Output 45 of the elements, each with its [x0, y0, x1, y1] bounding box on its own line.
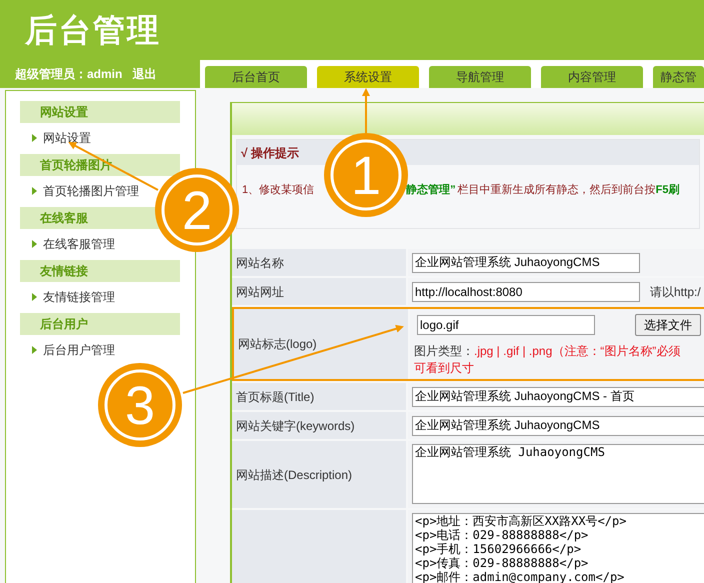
sidebar-section-header: 友情链接	[20, 260, 180, 282]
sidebar-link[interactable]: 首页轮播图片管理	[43, 182, 139, 200]
tip-text: F5刷	[656, 182, 680, 198]
bullet-icon	[32, 134, 37, 142]
file-name-input[interactable]: logo.gif	[417, 315, 595, 335]
tip-text: 1、修改某项信	[242, 182, 314, 198]
field-label: 网站标志(logo)	[238, 336, 317, 353]
sidebar-section-header: 网站设置	[20, 101, 180, 123]
bullet-icon	[32, 240, 37, 248]
text-input[interactable]: 企业网站管理系统 JuhaoyongCMS	[412, 416, 704, 436]
tip-title: √ 操作提示	[241, 144, 299, 162]
field-label: 网站网址	[236, 284, 284, 300]
note-text: .jpg | .gif | .png（注意：“图片名称”必须	[474, 343, 680, 360]
sidebar-link[interactable]: 友情链接管理	[43, 288, 115, 306]
tip-text: 静态管理”	[406, 182, 456, 198]
field-label: 网站描述(Description)	[236, 466, 352, 484]
bullet-icon	[32, 187, 37, 195]
step-marker: 2	[155, 168, 239, 252]
bullet-icon	[32, 346, 37, 354]
nav-tab[interactable]: 导航管理	[429, 66, 531, 88]
field-label: 首页标题(Title)	[236, 388, 314, 406]
bullet-icon	[32, 293, 37, 301]
tip-text: 栏目中重新生成所有静态，然后到前台按	[458, 182, 656, 198]
sidebar-section-header: 后台用户	[20, 313, 180, 335]
note-label: 图片类型：	[414, 343, 474, 360]
pointer-arrow	[362, 88, 370, 133]
step-marker: 3	[98, 363, 182, 447]
sidebar-link[interactable]: 网站设置	[43, 129, 91, 147]
note-text: 可看到尺寸	[414, 360, 475, 376]
nav-tab[interactable]: 系统设置	[317, 66, 419, 88]
choose-file-button[interactable]: 选择文件	[635, 314, 701, 336]
text-input[interactable]: http://localhost:8080	[412, 282, 640, 302]
text-input[interactable]: 企业网站管理系统 JuhaoyongCMS	[412, 252, 640, 272]
text-input[interactable]: 企业网站管理系统 JuhaoyongCMS - 首页	[412, 386, 704, 406]
nav-tab[interactable]: 静态管	[653, 66, 704, 88]
sidebar-link[interactable]: 在线客服管理	[43, 235, 115, 253]
sidebar-link[interactable]: 后台用户管理	[43, 341, 115, 359]
text-area[interactable]: 企业网站管理系统 JuhaoyongCMS	[412, 444, 704, 504]
logo-title: 后台管理	[25, 11, 161, 50]
field-label: 网站关键字(keywords)	[236, 418, 355, 434]
admin-label: 超级管理员：admin	[15, 66, 122, 83]
hint-text: 请以http:/	[650, 284, 701, 300]
nav-tab[interactable]: 内容管理	[541, 66, 643, 88]
nav-tab[interactable]: 后台首页	[205, 66, 307, 88]
field-label: 网站名称	[236, 254, 284, 272]
